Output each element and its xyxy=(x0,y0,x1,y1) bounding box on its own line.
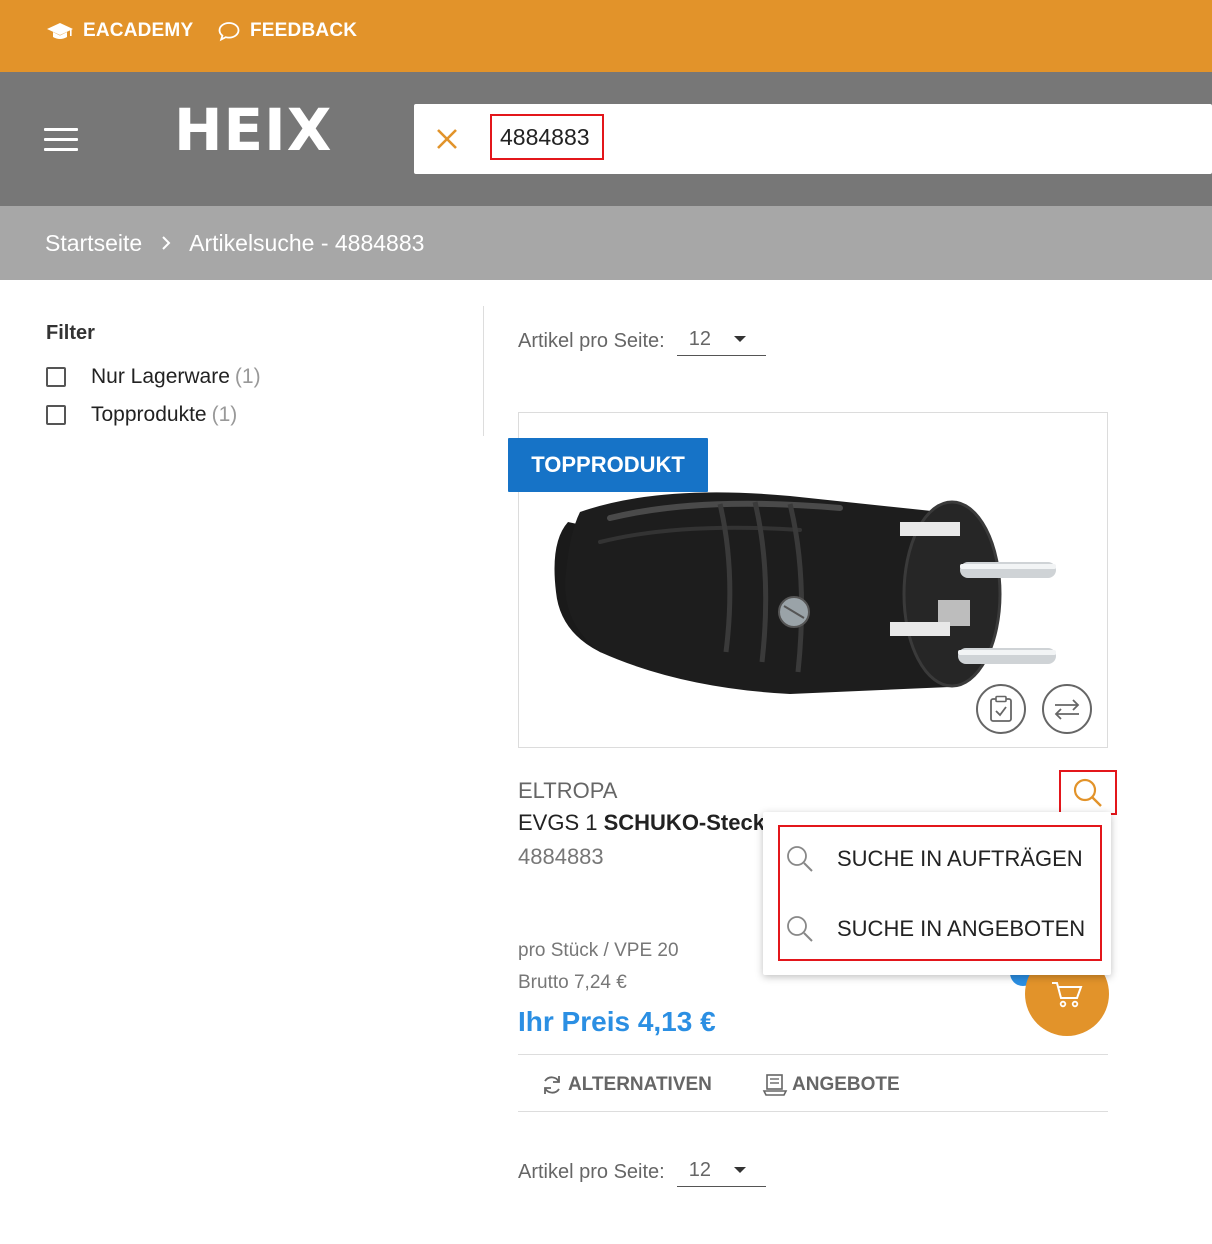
search-icon xyxy=(787,916,813,942)
menu-icon[interactable] xyxy=(44,128,78,152)
feedback-label: FEEDBACK xyxy=(250,20,358,41)
add-to-list-button[interactable] xyxy=(976,684,1026,734)
feedback-link[interactable]: FEEDBACK xyxy=(217,20,357,42)
search-icon xyxy=(787,846,813,872)
topprodukt-badge: TOPPRODUKT xyxy=(508,438,708,492)
product-name[interactable]: EVGS 1 SCHUKO-Steck xyxy=(518,810,765,836)
offer-document-icon xyxy=(762,1074,788,1096)
gross-price: Brutto 7,24 € xyxy=(518,972,627,993)
product-number: 4884883 xyxy=(518,844,604,869)
graduation-cap-icon xyxy=(47,23,73,39)
chevron-down-icon xyxy=(733,1167,746,1173)
search-icon xyxy=(1073,778,1102,807)
filter-count: (1) xyxy=(234,365,261,388)
product-actions: ALTERNATIVEN ANGEBOTE xyxy=(518,1054,1108,1112)
items-per-page-label: Artikel pro Seite: xyxy=(518,1160,665,1183)
chevron-down-icon xyxy=(733,336,746,342)
product-brand: ELTROPA xyxy=(518,778,618,803)
clipboard-check-icon xyxy=(990,695,1012,722)
breadcrumb-current: Artikelsuche - 4884883 xyxy=(189,229,425,256)
product-name-prefix: EVGS 1 xyxy=(518,810,604,835)
checkbox[interactable] xyxy=(46,405,66,425)
cart-icon xyxy=(1052,982,1083,1008)
items-per-page-select[interactable]: 12 xyxy=(676,1157,766,1187)
offers-label: ANGEBOTE xyxy=(792,1074,900,1095)
swap-arrows-icon xyxy=(1054,699,1080,720)
filter-label: Nur Lagerware xyxy=(91,365,230,388)
unit-info: pro Stück / VPE 20 xyxy=(518,940,679,961)
your-price: Ihr Preis 4,13 € xyxy=(518,1006,716,1037)
chevron-right-icon xyxy=(162,236,171,250)
offers-button[interactable]: ANGEBOTE xyxy=(762,1073,900,1097)
filter-label: Topprodukte xyxy=(91,403,207,426)
close-icon[interactable] xyxy=(434,126,460,152)
heix-logo[interactable]: HEIX xyxy=(174,98,332,162)
items-per-page-value: 12 xyxy=(688,1159,711,1181)
eacademy-label: EACADEMY xyxy=(83,20,194,41)
items-per-page-select[interactable]: 12 xyxy=(676,326,766,356)
eacademy-link[interactable]: EACADEMY xyxy=(46,20,193,42)
breadcrumb-home[interactable]: Startseite xyxy=(45,230,142,257)
breadcrumb: Startseite Artikelsuche - 4884883 xyxy=(0,206,1212,280)
alternatives-button[interactable]: ALTERNATIVEN xyxy=(540,1073,712,1097)
main-header: HEIX xyxy=(0,72,1212,206)
search-input[interactable] xyxy=(490,114,604,160)
product-image[interactable] xyxy=(540,482,1070,712)
filter-count: (1) xyxy=(211,403,238,426)
menu-item-search-offers[interactable]: SUCHE IN ANGEBOTEN xyxy=(785,914,1085,944)
product-name-bold: SCHUKO-Steck xyxy=(603,810,765,835)
column-divider xyxy=(483,306,484,436)
items-per-page-label: Artikel pro Seite: xyxy=(518,329,665,352)
refresh-icon xyxy=(544,1076,560,1094)
items-per-page-bottom: Artikel pro Seite: 12 xyxy=(518,1157,766,1187)
filter-topprodukte[interactable]: Topprodukte (1) xyxy=(46,403,237,427)
menu-item-label: SUCHE IN AUFTRÄGEN xyxy=(837,846,1083,871)
speech-bubble-icon xyxy=(218,22,240,42)
filter-nur-lagerware[interactable]: Nur Lagerware (1) xyxy=(46,365,261,389)
compare-button[interactable] xyxy=(1042,684,1092,734)
menu-item-search-orders[interactable]: SUCHE IN AUFTRÄGEN xyxy=(785,844,1083,874)
search-dropdown-menu: SUCHE IN AUFTRÄGEN SUCHE IN ANGEBOTEN xyxy=(763,812,1111,975)
search-bar xyxy=(414,104,1212,174)
items-per-page-top: Artikel pro Seite: 12 xyxy=(518,326,766,356)
filter-title: Filter xyxy=(46,322,95,344)
checkbox[interactable] xyxy=(46,367,66,387)
items-per-page-value: 12 xyxy=(688,328,711,350)
alternatives-label: ALTERNATIVEN xyxy=(568,1074,712,1095)
search-menu-button[interactable] xyxy=(1059,770,1117,815)
menu-item-label: SUCHE IN ANGEBOTEN xyxy=(837,916,1086,941)
top-bar: EACADEMY FEEDBACK xyxy=(0,0,1212,72)
